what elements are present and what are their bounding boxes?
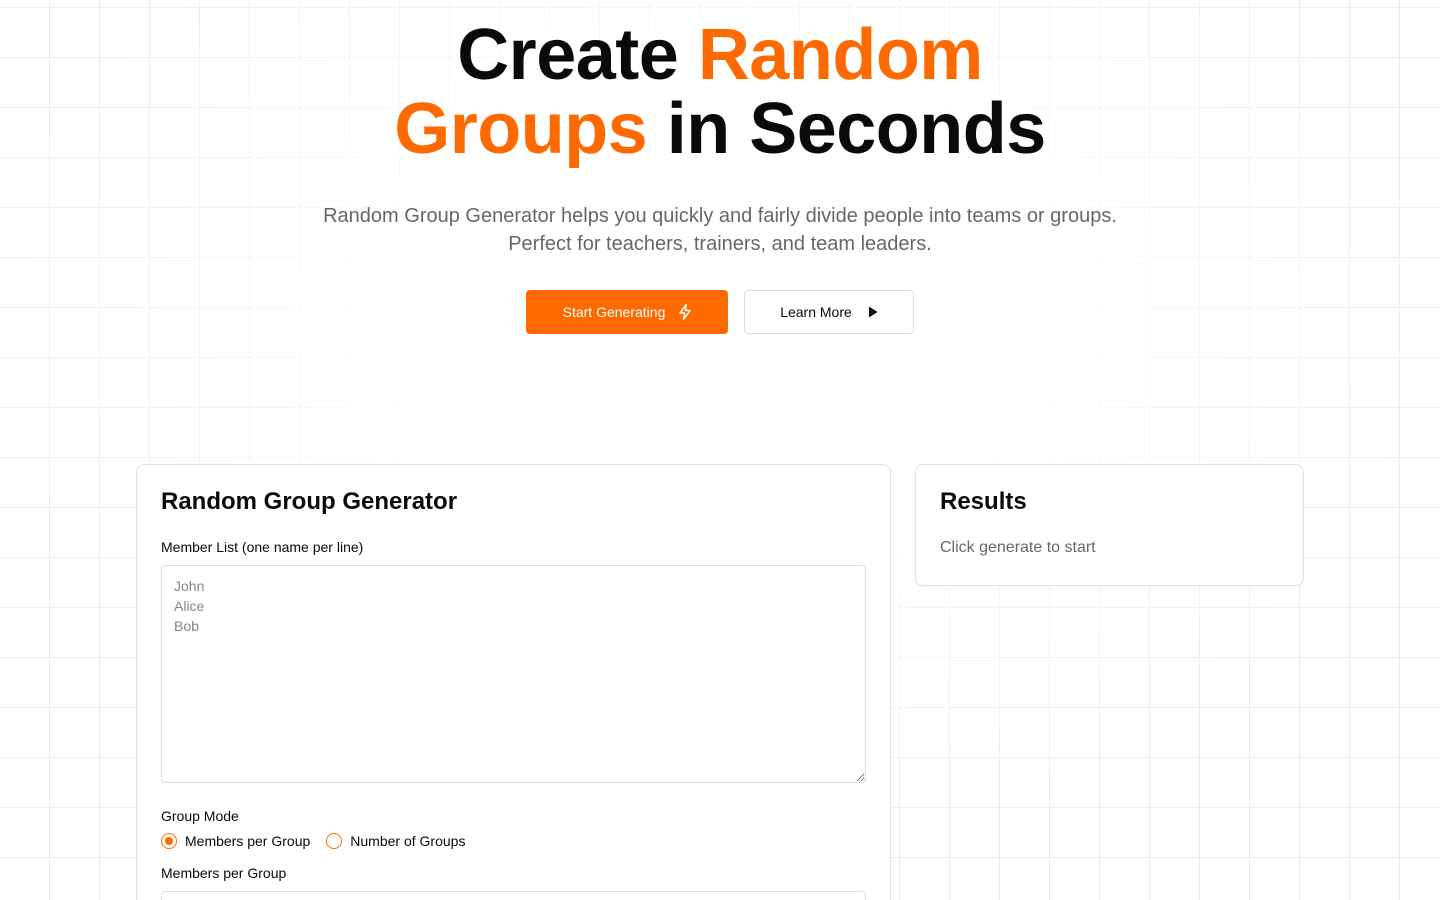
mode-number-of-groups-label: Number of Groups (350, 833, 466, 849)
radio-checked-icon[interactable] (161, 833, 177, 849)
hero-section: Create Random Groups in Seconds Random G… (0, 0, 1440, 334)
learn-more-label: Learn More (780, 304, 852, 320)
play-icon (868, 306, 878, 318)
hero-subtitle-line1: Random Group Generator helps you quickly… (323, 205, 1117, 227)
start-generating-button[interactable]: Start Generating (526, 290, 728, 334)
results-title: Results (940, 488, 1027, 515)
group-mode-label: Group Mode (161, 808, 239, 824)
start-generating-label: Start Generating (562, 304, 666, 320)
hero-title-part2: in Seconds (647, 89, 1047, 169)
hero-title-accent2: Groups (394, 89, 648, 169)
generator-card: Random Group Generator Member List (one … (136, 464, 891, 900)
mode-members-per-group[interactable]: Members per Group (161, 833, 310, 849)
generator-title: Random Group Generator (161, 488, 458, 515)
results-card: Results Click generate to start (915, 464, 1304, 586)
member-list-label: Member List (one name per line) (161, 539, 364, 555)
hero-title-part1: Create (457, 15, 698, 95)
lightning-icon (679, 304, 692, 320)
members-per-group-label: Members per Group (161, 865, 287, 881)
members-per-group-input[interactable] (161, 891, 866, 900)
learn-more-button[interactable]: Learn More (744, 290, 914, 334)
hero-title-accent1: Random (697, 15, 984, 95)
radio-unchecked-icon[interactable] (326, 833, 343, 849)
mode-members-per-group-label: Members per Group (185, 833, 311, 849)
results-hint: Click generate to start (940, 539, 1096, 556)
group-mode-options: Members per Group Number of Groups (161, 833, 866, 849)
hero-title: Create Random Groups in Seconds (0, 18, 1440, 166)
page: Create Random Groups in Seconds Random G… (0, 0, 1440, 900)
hero-subtitle: Random Group Generator helps you quickly… (320, 202, 1120, 258)
hero-actions: Start Generating Learn More (0, 290, 1440, 334)
mode-number-of-groups[interactable]: Number of Groups (326, 833, 465, 849)
member-list-textarea[interactable] (161, 565, 866, 783)
hero-subtitle-line2: Perfect for teachers, trainers, and team… (508, 233, 932, 255)
